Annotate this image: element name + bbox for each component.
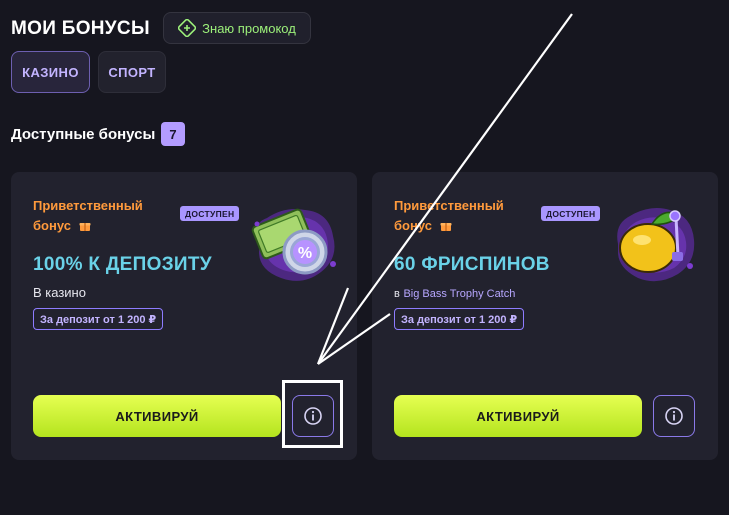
- bonus-type: Приветственный бонус: [33, 196, 163, 236]
- bonus-card: Приветственный бонус ДОСТУПЕН 60 ФРИСПИН…: [372, 172, 718, 460]
- page-title: МОИ БОНУСЫ: [11, 18, 150, 39]
- info-button[interactable]: [653, 395, 695, 437]
- info-icon: [665, 407, 683, 425]
- bonus-description-prefix: в: [394, 288, 400, 300]
- bonus-description: В казино: [33, 285, 86, 300]
- activate-button[interactable]: АКТИВИРУЙ: [33, 395, 281, 437]
- available-bonuses-label: Доступные бонусы: [11, 126, 156, 143]
- status-badge: ДОСТУПЕН: [180, 206, 240, 221]
- promo-code-label: Знаю промокод: [202, 20, 296, 36]
- gift-icon: [79, 223, 91, 231]
- ticket-icon: [178, 19, 197, 37]
- tab-sport[interactable]: СПОРТ: [98, 51, 166, 93]
- deposit-requirement-tag: За депозит от 1 200 ₽: [33, 308, 164, 330]
- percent-coin-icon: %: [251, 208, 336, 281]
- bonus-amount: 100% К ДЕПОЗИТУ: [33, 254, 212, 275]
- status-badge: ДОСТУПЕН: [541, 206, 601, 221]
- game-link[interactable]: Big Bass Trophy Catch: [403, 288, 515, 300]
- svg-text:%: %: [298, 245, 312, 262]
- activate-button[interactable]: АКТИВИРУЙ: [394, 395, 642, 437]
- promo-code-button[interactable]: Знаю промокод: [163, 12, 311, 44]
- lemon-icon: [617, 208, 695, 282]
- highlight-box: [282, 380, 343, 448]
- tab-casino[interactable]: КАЗИНО: [11, 51, 90, 93]
- bonus-description: в Big Bass Trophy Catch: [394, 285, 515, 300]
- gift-icon: [440, 223, 452, 231]
- available-bonuses-count: 7: [161, 122, 185, 146]
- bonus-amount: 60 ФРИСПИНОВ: [394, 254, 550, 275]
- bonus-type: Приветственный бонус: [394, 196, 524, 236]
- bonuses-page: МОИ БОНУСЫ Знаю промокод КАЗИНО СПОРТ До…: [0, 0, 729, 515]
- deposit-requirement-tag: За депозит от 1 200 ₽: [394, 308, 525, 330]
